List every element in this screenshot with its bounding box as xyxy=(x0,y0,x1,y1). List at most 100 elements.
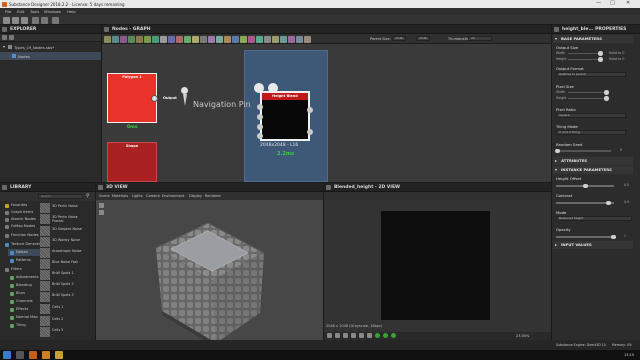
view3d-menu-materials[interactable]: Materials xyxy=(112,194,128,198)
search-icon[interactable]: ⚲ xyxy=(86,193,90,199)
view3d-menu-lights[interactable]: Lights xyxy=(132,194,143,198)
library-category[interactable]: Channels xyxy=(8,298,41,305)
output-width-knob[interactable] xyxy=(598,51,603,56)
library-item[interactable]: BnW Spots 2 xyxy=(40,281,82,292)
taskbar-app-icon[interactable] xyxy=(42,351,50,359)
output-format-select[interactable]: Relative to parent xyxy=(556,72,626,77)
blend-output-pin-2[interactable] xyxy=(307,129,313,135)
tool-icon-14[interactable] xyxy=(208,35,215,43)
library-item[interactable]: 3D Worley Noise xyxy=(40,237,82,248)
library-category[interactable]: Adjustments xyxy=(8,274,41,281)
tool-icon-17[interactable] xyxy=(232,35,239,43)
library-item[interactable]: BnW Spots 3 xyxy=(40,292,82,303)
library-category[interactable]: Texture Generators xyxy=(3,241,45,248)
tool-icon-6[interactable] xyxy=(144,35,151,43)
library-category[interactable]: Patterns xyxy=(8,257,41,264)
view3d-tool-icon[interactable] xyxy=(99,210,104,215)
pixel-height-knob[interactable] xyxy=(604,96,609,101)
mode-select[interactable]: Balanced height xyxy=(556,216,632,221)
blend-output-pin-1[interactable] xyxy=(307,107,313,113)
library-item[interactable]: Blue Noise Fast xyxy=(40,259,82,270)
tool-icon-9[interactable] xyxy=(168,35,175,43)
pixel-ratio-select[interactable]: Square xyxy=(556,113,626,118)
output-height-knob[interactable] xyxy=(598,57,603,62)
tool-icon-2[interactable] xyxy=(112,35,119,43)
pixel-height-slider[interactable] xyxy=(568,96,609,101)
library-item[interactable]: Cells 2 xyxy=(40,316,82,327)
new-package-icon[interactable] xyxy=(2,35,7,40)
library-category[interactable]: Function Nodes xyxy=(3,232,39,239)
section-attributes[interactable]: ▸ ATTRIBUTES xyxy=(553,157,633,165)
view2d-tool-icon[interactable] xyxy=(343,333,348,338)
rounded-cube-model[interactable] xyxy=(146,213,276,348)
blend-input-pin-3[interactable] xyxy=(257,124,263,130)
view2d-tool-icon[interactable] xyxy=(327,333,332,338)
library-item[interactable]: 3D Simplex Noise xyxy=(40,226,82,237)
undo-icon[interactable] xyxy=(32,16,39,24)
tool-icon-16[interactable] xyxy=(224,35,231,43)
tool-icon-19[interactable] xyxy=(248,35,255,43)
open-package-icon[interactable] xyxy=(9,35,14,40)
library-category[interactable]: Blurs xyxy=(8,290,41,297)
view3d-menu-scene[interactable]: Scene xyxy=(99,194,110,198)
view3d-menu-renderer[interactable]: Renderer xyxy=(205,194,221,198)
tool-icon-12[interactable] xyxy=(192,35,199,43)
library-category[interactable]: Tiling xyxy=(8,322,41,329)
tool-icon-15[interactable] xyxy=(216,35,223,43)
library-category[interactable]: Filters xyxy=(3,266,36,273)
library-category[interactable]: Effects xyxy=(8,306,41,313)
view2d-tool-icon[interactable] xyxy=(367,333,372,338)
tool-icon-8[interactable] xyxy=(160,35,167,43)
taskbar-app-icon[interactable] xyxy=(29,351,37,359)
opacity-slider[interactable] xyxy=(556,234,616,239)
blend-input-pin-1[interactable] xyxy=(257,104,263,110)
tool-icon-11[interactable] xyxy=(184,35,191,43)
library-category[interactable]: Atomic Nodes xyxy=(3,216,36,223)
expand-arrow-icon[interactable]: ▾ xyxy=(3,44,5,49)
output-width-slider[interactable] xyxy=(568,51,603,56)
explorer-graph-row[interactable]: Nodes xyxy=(0,52,101,60)
tool-icon-26[interactable] xyxy=(304,35,311,43)
redo-icon[interactable] xyxy=(41,16,48,24)
menu-help[interactable]: Help xyxy=(67,9,76,14)
minimize-button[interactable]: — xyxy=(596,0,601,6)
tool-icon-25[interactable] xyxy=(296,35,303,43)
library-category[interactable]: Favorites xyxy=(3,202,36,209)
view2d-zoom[interactable]: 23.05% xyxy=(516,334,529,338)
save-icon[interactable] xyxy=(21,16,28,24)
opacity-knob[interactable] xyxy=(611,234,616,239)
tool-icon-21[interactable] xyxy=(264,35,271,43)
shape-node[interactable]: Shape xyxy=(107,142,157,182)
tool-icon-5[interactable] xyxy=(136,35,143,43)
section-instance-parameters[interactable]: ▾ INSTANCE PARAMETERS xyxy=(553,166,633,174)
tool-icon-7[interactable] xyxy=(152,35,159,43)
menu-file[interactable]: File xyxy=(5,9,11,14)
tool-icon-24[interactable] xyxy=(288,35,295,43)
view2d-tool-icon[interactable] xyxy=(335,333,340,338)
library-item[interactable]: BnW Spots 1 xyxy=(40,270,82,281)
library-search-input[interactable]: Search xyxy=(38,194,83,199)
contrast-knob[interactable] xyxy=(606,200,611,205)
new-icon[interactable] xyxy=(3,16,10,24)
random-seed-knob[interactable] xyxy=(555,148,560,153)
height-offset-knob[interactable] xyxy=(583,183,588,188)
tool-icon-23[interactable] xyxy=(280,35,287,43)
tool-icon-22[interactable] xyxy=(272,35,279,43)
tool-icon-18[interactable] xyxy=(240,35,247,43)
channel-icon[interactable] xyxy=(391,333,396,338)
contrast-slider[interactable] xyxy=(556,200,614,205)
explorer-package-row[interactable]: ▾ Types_Of_Nodes.sbs* xyxy=(0,43,101,51)
layout-icon[interactable] xyxy=(52,16,59,24)
height-offset-slider[interactable] xyxy=(556,183,614,188)
pixel-width-knob[interactable] xyxy=(604,90,609,95)
library-category[interactable]: Normal Map xyxy=(8,314,41,321)
pixel-width-slider[interactable] xyxy=(568,90,609,95)
close-button[interactable]: ✕ xyxy=(626,0,630,6)
section-input-values[interactable]: ▸ INPUT VALUES xyxy=(553,241,633,249)
channel-icon[interactable] xyxy=(375,333,380,338)
tool-icon-10[interactable] xyxy=(176,35,183,43)
tool-icon-4[interactable] xyxy=(128,35,135,43)
library-item[interactable]: Anisotropic Noise xyxy=(40,248,82,259)
tool-icon-3[interactable] xyxy=(120,35,127,43)
taskbar-app-icon[interactable] xyxy=(55,351,63,359)
